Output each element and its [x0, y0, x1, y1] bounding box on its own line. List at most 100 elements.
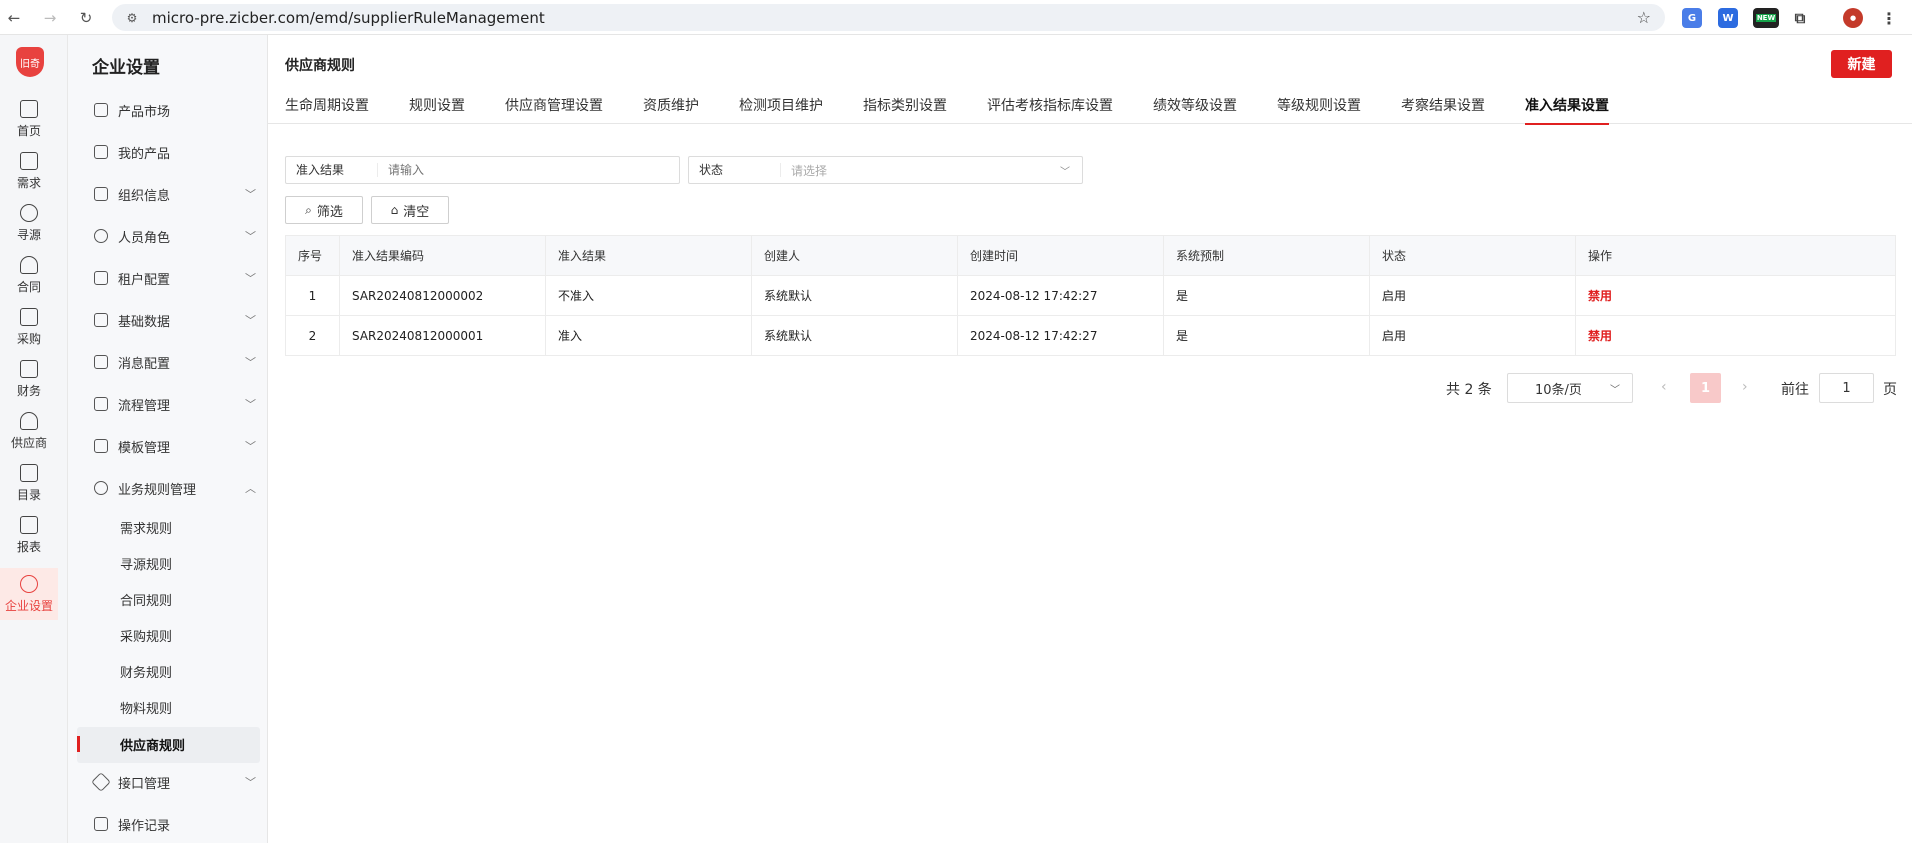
app-logo: 旧奇 [16, 47, 44, 77]
sidebar-active-indicator [77, 736, 80, 752]
rail-item-label: 寻源 [16, 228, 41, 242]
sidebar-subitem-contract-rules[interactable]: 合同规则 [120, 587, 172, 611]
w-extension-icon[interactable]: W [1718, 8, 1738, 28]
rail-item-label: 目录 [16, 488, 41, 502]
sidebar-item-business-rules[interactable]: 业务规则管理 ︿ [94, 476, 264, 500]
rail-item-home[interactable]: 首页 [0, 100, 58, 139]
status-select[interactable]: 请选择 [781, 162, 1011, 179]
rail-item-label: 合同 [16, 280, 41, 294]
sidebar-item-label: 我的产品 [118, 146, 171, 162]
sidebar-item-my-products[interactable]: 我的产品 [94, 140, 264, 164]
rail-item-catalog[interactable]: 目录 [0, 464, 58, 503]
rail-item-enterprise-settings[interactable]: 企业设置 [0, 568, 58, 620]
browser-menu-icon[interactable]: ⋮ [1879, 8, 1899, 28]
sidebar-subitem-purchase-rules[interactable]: 采购规则 [120, 623, 172, 647]
sidebar-item-interface[interactable]: 接口管理 ﹀ [91, 770, 264, 794]
sidebar-item-message-config[interactable]: 消息配置 ﹀ [94, 350, 264, 374]
sidebar-item-process[interactable]: 流程管理 ﹀ [94, 392, 264, 416]
address-bar[interactable]: ⚙ micro-pre.zicber.com/emd/supplierRuleM… [112, 4, 1665, 31]
tenant-icon [94, 271, 108, 285]
admission-result-input[interactable] [378, 163, 608, 177]
admission-result-filter: 准入结果 [285, 156, 680, 184]
admission-result-label: 准入结果 [286, 163, 378, 177]
tab-qualification[interactable]: 资质维护 [643, 95, 699, 125]
rail-item-label: 财务 [16, 384, 41, 398]
cell-code: SAR20240812000001 [339, 315, 546, 356]
tab-performance-grade[interactable]: 绩效等级设置 [1153, 95, 1237, 125]
sidebar-item-product-market[interactable]: 产品市场 [94, 98, 264, 122]
goto-page-input[interactable] [1819, 373, 1874, 403]
prev-page-icon[interactable]: ‹ [1661, 379, 1667, 395]
next-page-icon[interactable]: › [1742, 379, 1748, 395]
sidebar-item-label: 模板管理 [118, 440, 171, 456]
sidebar-item-tenant-config[interactable]: 租户配置 ﹀ [94, 266, 264, 290]
tab-inspection-items[interactable]: 检测项目维护 [739, 95, 823, 125]
rail-item-supplier[interactable]: 供应商 [0, 412, 58, 451]
sidebar-title: 企业设置 [92, 58, 160, 78]
page-number-current[interactable]: 1 [1690, 373, 1721, 403]
rail-item-purchase[interactable]: 采购 [0, 308, 58, 347]
sidebar-subitem-material-rules[interactable]: 物料规则 [120, 695, 172, 719]
rail-item-contract[interactable]: 合同 [0, 256, 58, 295]
supplier-icon [20, 412, 38, 430]
chevron-up-icon: ︿ [245, 482, 256, 495]
search-icon [20, 204, 38, 222]
cell-actions: 禁用 [1575, 315, 1896, 356]
rail-item-finance[interactable]: 财务 [0, 360, 58, 399]
monitor-icon [20, 100, 38, 118]
status-filter[interactable]: 状态 请选择 ﹀ [688, 156, 1083, 184]
chevron-down-icon: ﹀ [245, 776, 256, 789]
header-code: 准入结果编码 [339, 235, 546, 276]
site-info-icon[interactable]: ⚙ [124, 10, 140, 26]
sidebar-item-label: 组织信息 [118, 188, 171, 204]
reload-icon[interactable]: ↻ [76, 8, 96, 28]
translate-extension-icon[interactable]: G [1682, 8, 1702, 28]
sidebar-subitem-finance-rules[interactable]: 财务规则 [120, 659, 172, 683]
rail-item-report[interactable]: 报表 [0, 516, 58, 555]
tab-lifecycle[interactable]: 生命周期设置 [285, 95, 369, 125]
sidebar-item-org-info[interactable]: 组织信息 ﹀ [94, 182, 264, 206]
forward-arrow-icon[interactable]: → [40, 8, 60, 28]
tab-supplier-management[interactable]: 供应商管理设置 [505, 95, 603, 125]
rail-item-label: 企业设置 [4, 598, 53, 613]
tab-grade-rule[interactable]: 等级规则设置 [1277, 95, 1361, 125]
sidebar-item-label: 业务规则管理 [118, 482, 197, 498]
cube-icon [94, 145, 108, 159]
filter-button[interactable]: ⌕ 筛选 [285, 196, 363, 224]
page-size-select[interactable]: 10条/页 ﹀ [1507, 373, 1633, 403]
header-system-preset: 系统预制 [1163, 235, 1370, 276]
cell-result: 不准入 [545, 275, 752, 316]
disable-link[interactable]: 禁用 [1588, 329, 1612, 343]
browser-toolbar: ← → ↻ ⚙ micro-pre.zicber.com/emd/supplie… [0, 0, 1912, 35]
basket-icon: ⌂ [390, 203, 399, 217]
sidebar-item-basic-data[interactable]: 基础数据 ﹀ [94, 308, 264, 332]
header-actions: 操作 [1575, 235, 1896, 276]
rail-item-sourcing[interactable]: 寻源 [0, 204, 58, 243]
chevron-down-icon: ﹀ [1610, 385, 1620, 396]
sidebar-item-operation-log[interactable]: 操作记录 [94, 812, 264, 836]
new-extension-icon[interactable]: NEW [1753, 8, 1779, 28]
new-button[interactable]: 新建 [1831, 50, 1892, 78]
cell-system-preset: 是 [1163, 275, 1370, 316]
rail-item-demand[interactable]: 需求 [0, 152, 58, 191]
extensions-puzzle-icon[interactable]: ⧉ [1790, 8, 1810, 28]
back-arrow-icon[interactable]: ← [4, 8, 24, 28]
tab-indicator-category[interactable]: 指标类别设置 [863, 95, 947, 125]
disable-link[interactable]: 禁用 [1588, 289, 1612, 303]
sidebar-item-template[interactable]: 模板管理 ﹀ [94, 434, 264, 458]
tab-inspection-result[interactable]: 考察结果设置 [1401, 95, 1485, 125]
cell-created-time: 2024-08-12 17:42:27 [957, 275, 1164, 316]
clear-button[interactable]: ⌂ 清空 [371, 196, 449, 224]
tab-rule-settings[interactable]: 规则设置 [409, 95, 465, 125]
sidebar-subitem-sourcing-rules[interactable]: 寻源规则 [120, 551, 172, 575]
bookmark-star-icon[interactable]: ☆ [1637, 8, 1651, 27]
sidebar-item-roles[interactable]: 人员角色 ﹀ [94, 224, 264, 248]
log-icon [94, 817, 108, 831]
tab-evaluation-indicator-library[interactable]: 评估考核指标库设置 [987, 95, 1113, 125]
tab-admission-result[interactable]: 准入结果设置 [1525, 95, 1609, 125]
sidebar-subitem-supplier-rules[interactable]: 供应商规则 [120, 732, 185, 756]
profile-avatar[interactable]: ● [1843, 8, 1863, 28]
store-icon [94, 103, 108, 117]
cell-status: 启用 [1369, 275, 1576, 316]
sidebar-subitem-demand-rules[interactable]: 需求规则 [120, 515, 172, 539]
